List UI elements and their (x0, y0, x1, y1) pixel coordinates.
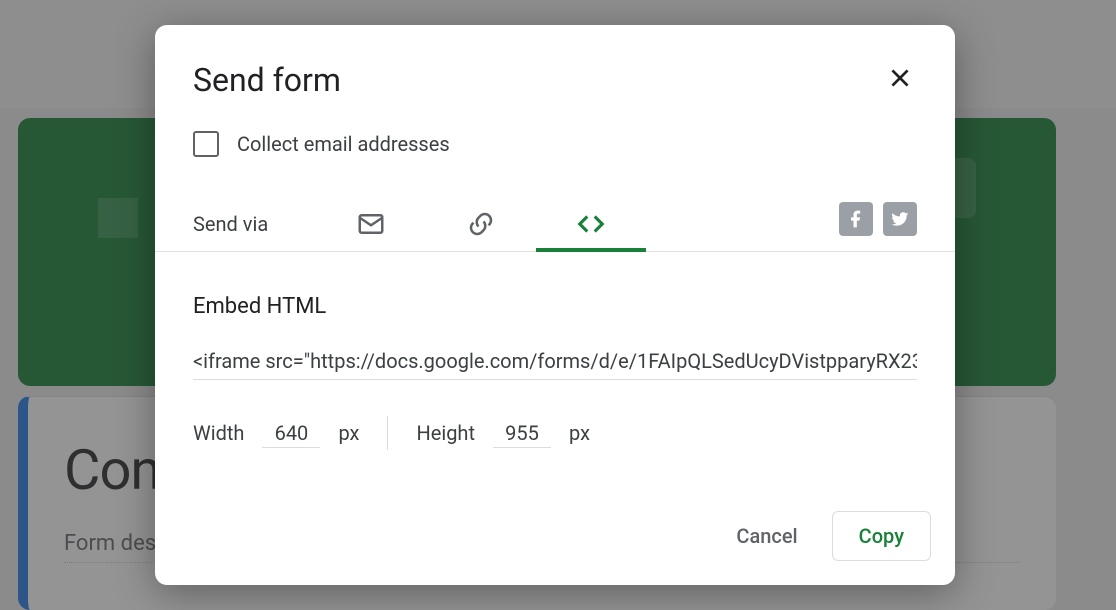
width-input[interactable] (262, 419, 320, 448)
send-form-dialog: Send form Collect email addresses Send v… (155, 25, 955, 585)
dimension-separator (387, 416, 388, 450)
dimensions-row: Width px Height px (193, 416, 917, 450)
embed-code-field[interactable] (193, 343, 917, 380)
embed-section: Embed HTML Width px Height px (155, 252, 955, 511)
embed-icon (576, 209, 606, 239)
width-label: Width (193, 421, 244, 445)
dialog-actions: Cancel Copy (155, 511, 955, 585)
facebook-icon (846, 209, 866, 229)
dialog-header: Send form (155, 25, 955, 109)
social-share-group (839, 202, 917, 246)
twitter-icon (890, 209, 910, 229)
height-input[interactable] (493, 419, 551, 448)
collect-emails-row: Collect email addresses (155, 109, 955, 161)
close-icon (887, 65, 913, 91)
send-via-label: Send via (193, 212, 268, 236)
close-button[interactable] (883, 61, 917, 95)
tab-link[interactable] (426, 197, 536, 251)
dialog-title: Send form (193, 61, 341, 99)
send-via-row: Send via (155, 161, 955, 252)
copy-button[interactable]: Copy (832, 511, 931, 561)
link-icon (466, 209, 496, 239)
email-icon (356, 209, 386, 239)
height-label: Height (416, 421, 475, 445)
tab-embed[interactable] (536, 197, 646, 251)
height-unit: px (569, 421, 590, 445)
tab-email[interactable] (316, 197, 426, 251)
collect-emails-label: Collect email addresses (237, 132, 450, 156)
viewport: Cont Form desc Send form Collect email a… (0, 0, 1116, 610)
cancel-button[interactable]: Cancel (710, 512, 823, 560)
share-twitter-button[interactable] (883, 202, 917, 236)
width-unit: px (338, 421, 359, 445)
share-facebook-button[interactable] (839, 202, 873, 236)
collect-emails-checkbox[interactable] (193, 131, 219, 157)
embed-section-title: Embed HTML (193, 294, 917, 319)
